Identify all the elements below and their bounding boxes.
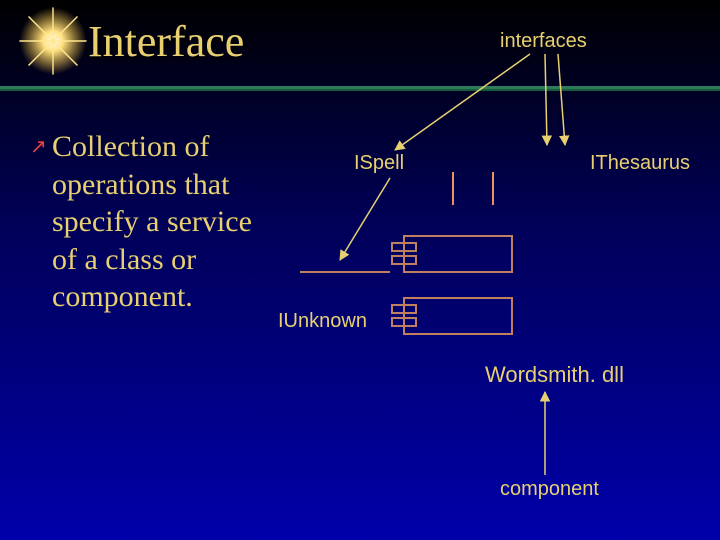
slide: Interface ↗ Collection of operations tha… <box>0 0 720 540</box>
star-icon <box>18 6 88 76</box>
label-iunknown: IUnknown <box>278 310 367 333</box>
body-bullet-text: Collection of operations that specify a … <box>52 128 282 316</box>
bullet-arrow-icon: ↗ <box>30 134 47 159</box>
title-underline <box>0 86 720 91</box>
label-component: component <box>500 478 599 501</box>
slide-title: Interface <box>88 16 244 67</box>
label-ispell: ISpell <box>354 152 404 175</box>
label-ithesaurus: IThesaurus <box>590 152 690 175</box>
label-interfaces: interfaces <box>500 30 587 53</box>
label-wordsmith-dll: Wordsmith. dll <box>485 362 624 388</box>
